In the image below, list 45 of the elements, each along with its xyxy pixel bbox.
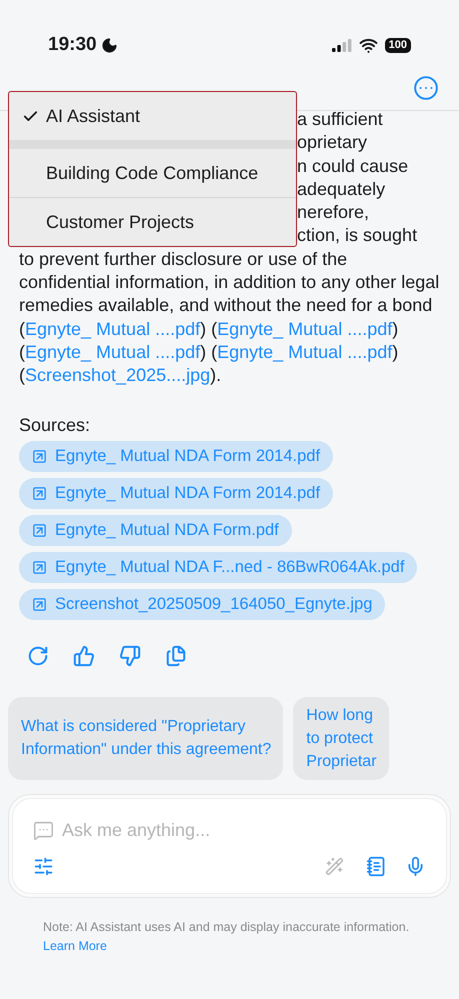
suggestion-card[interactable]: How long to protect Proprietar — [293, 696, 389, 780]
external-link-icon — [32, 486, 47, 501]
answer-text-line: ction, is sought — [297, 224, 418, 248]
regenerate-icon[interactable] — [27, 644, 49, 667]
status-time: 19:30 — [48, 33, 97, 58]
external-link-icon — [32, 448, 47, 464]
signal-icon — [332, 39, 352, 52]
citation-link[interactable]: Egnyte_ Mutual ....pdf — [217, 342, 392, 362]
menu-item[interactable]: Customer Projects — [9, 198, 296, 246]
citation-link[interactable]: Screenshot_2025....jpg — [25, 365, 210, 386]
answer-text-line: oprietary — [297, 131, 368, 154]
source-chip[interactable]: Egnyte_ Mutual NDA Form 2014.pdf — [19, 478, 334, 509]
wifi-icon — [358, 36, 378, 55]
chat-bubble-icon — [33, 820, 54, 841]
source-chip[interactable]: Egnyte_ Mutual NDA Form 2014.pdf — [19, 440, 334, 472]
answer-text-line: n could cause — [297, 154, 408, 178]
moon-icon — [100, 37, 118, 54]
settings-sliders-icon[interactable] — [33, 856, 54, 877]
answer-text-line: a sufficient — [297, 108, 383, 131]
notebook-icon[interactable] — [366, 856, 387, 877]
source-chip[interactable]: Egnyte_ Mutual NDA F...ned - 86BwR064Ak.pdf — [19, 552, 418, 583]
citation-link[interactable]: Egnyte_ Mutual ....pdf — [25, 318, 200, 339]
source-chip[interactable]: Egnyte_ Mutual NDA Form.pdf — [19, 514, 292, 546]
source-chip[interactable]: Screenshot_20250509_164050_Egnyte.jpg — [19, 588, 386, 620]
learn-more-link[interactable]: Learn More — [43, 938, 107, 953]
menu-item[interactable]: Building Code Compliance — [9, 149, 296, 197]
magic-wand-icon[interactable] — [325, 856, 344, 876]
battery-indicator: 100 — [384, 38, 411, 53]
sources-label: Sources: — [19, 414, 90, 437]
answer-text-line: adequately — [297, 178, 386, 201]
thumbs-up-icon[interactable] — [73, 644, 95, 667]
external-link-icon — [32, 596, 47, 612]
citation-link[interactable]: Egnyte_ Mutual ....pdf — [217, 318, 392, 339]
suggestion-card[interactable]: What is considered "Proprietary Information" under this agreement? — [8, 696, 284, 780]
thumbs-down-icon[interactable] — [119, 644, 141, 667]
disclaimer-note: Note: AI Assistant uses AI and may display inaccurate information. Learn More — [43, 918, 410, 955]
composer-field[interactable]: Ask me anything... — [12, 798, 447, 894]
answer-paragraph: to prevent further disclosure or use of the confidential information, in addition to any other legal remedies available, and without the need for a bond (Egnyte_ Mutual ....pdf) (Egnyte_ Mutual ....pdf) (Egnyte_ Mutual ....pdf) (Egnyte_ Mutual ....pdf) (Screenshot_2025....jpg). — [19, 248, 440, 388]
more-button[interactable] — [413, 74, 439, 100]
answer-text-line: nerefore, — [297, 201, 370, 224]
copy-icon[interactable] — [165, 644, 187, 667]
external-link-icon — [32, 522, 47, 538]
citation-link[interactable]: Egnyte_ Mutual ....pdf — [25, 342, 200, 362]
external-link-icon — [32, 560, 47, 575]
menu-item[interactable]: AI Assistant — [9, 92, 296, 140]
